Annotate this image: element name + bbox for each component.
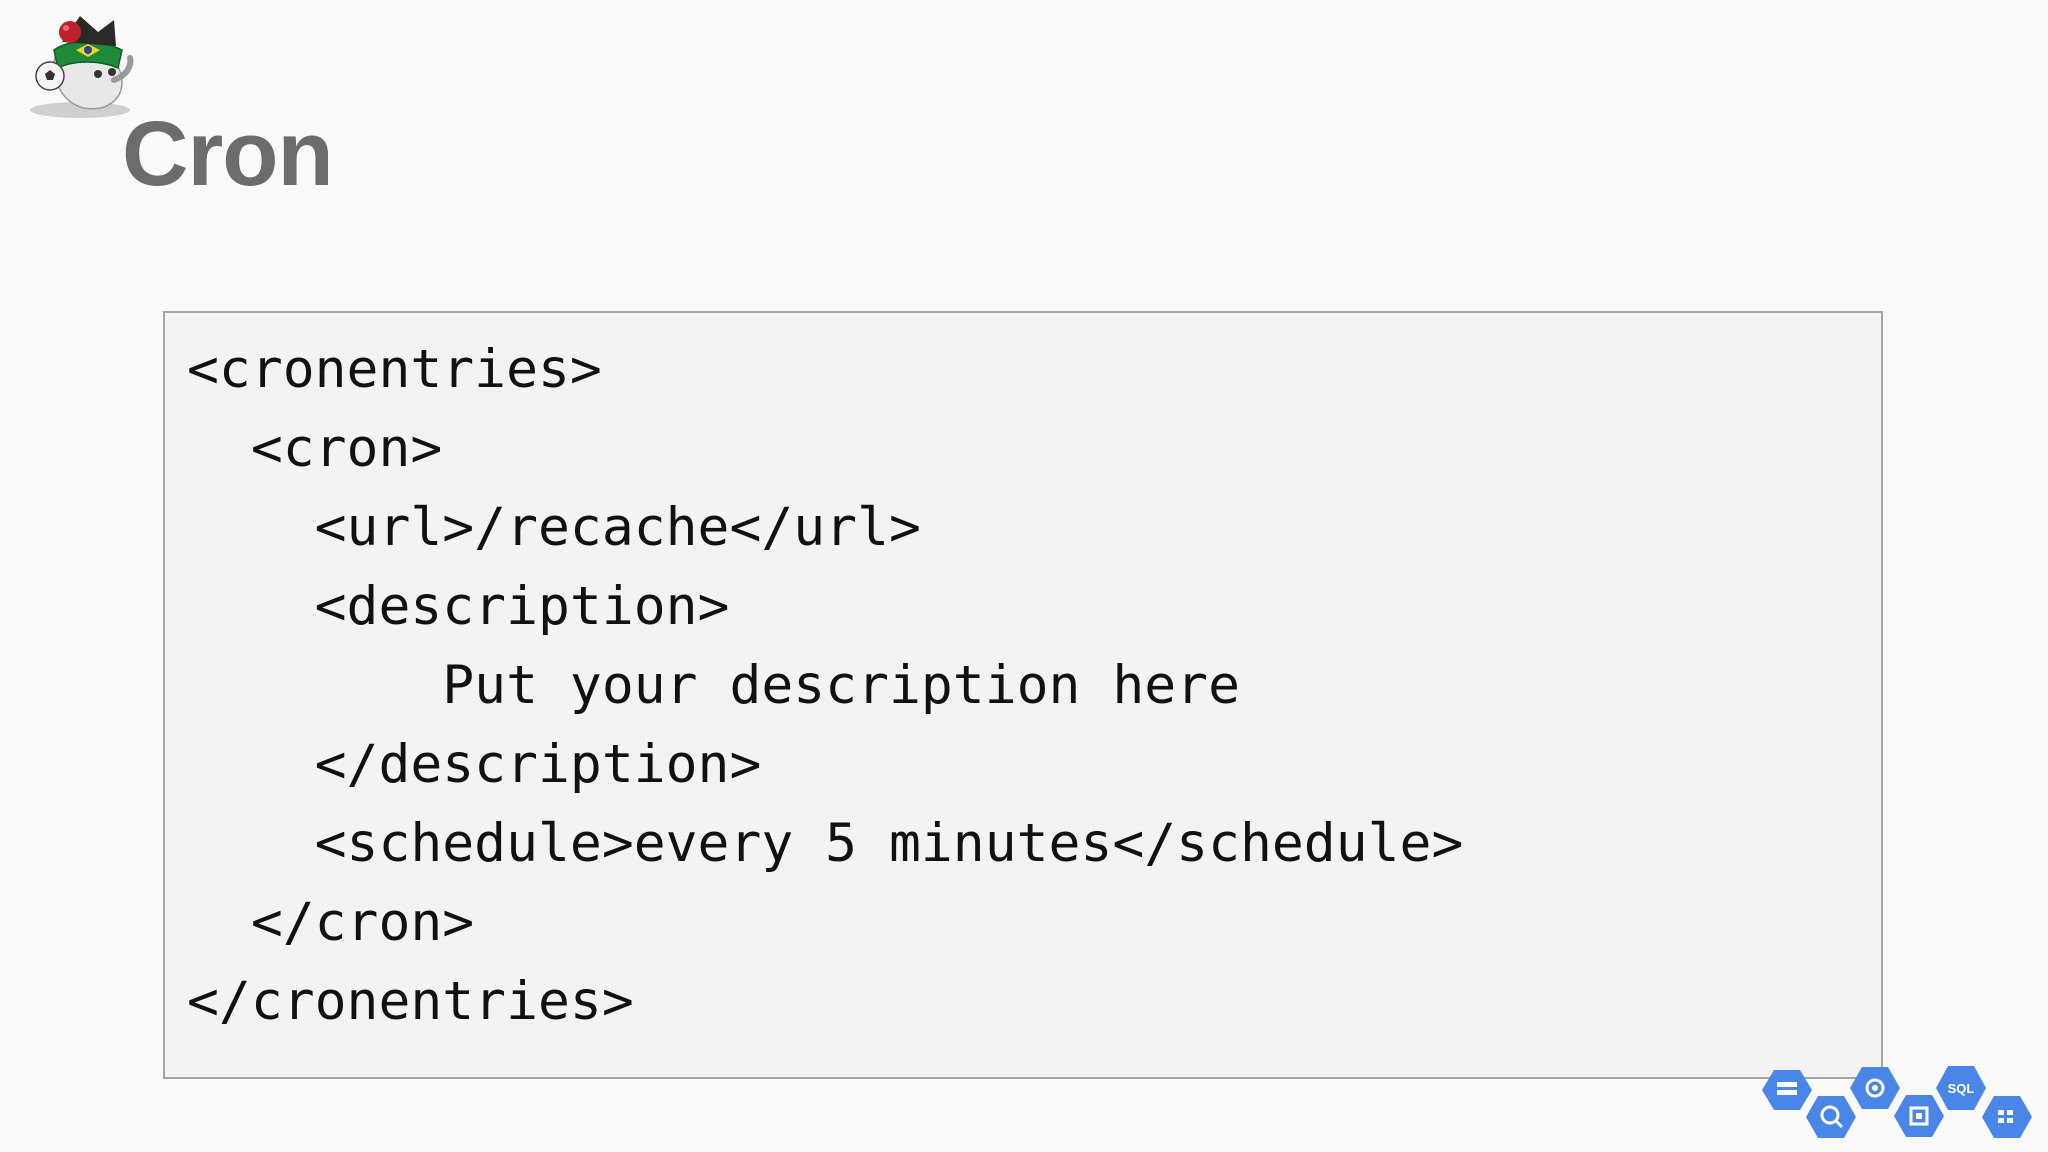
code-line: </description> bbox=[187, 734, 762, 795]
compute-engine-icon bbox=[1894, 1095, 1944, 1137]
code-block: <cronentries> <cron> <url>/recache</url>… bbox=[163, 311, 1883, 1079]
bigquery-icon bbox=[1806, 1096, 1856, 1138]
code-line: <url>/recache</url> bbox=[187, 497, 921, 558]
sql-label: SQL bbox=[1948, 1081, 1975, 1096]
code-line: Put your description here bbox=[187, 655, 1240, 716]
code-line: </cron> bbox=[187, 892, 475, 953]
code-line: <cron> bbox=[187, 418, 443, 479]
code-line: </cronentries> bbox=[187, 971, 634, 1032]
code-line: <schedule>every 5 minutes</schedule> bbox=[187, 813, 1464, 874]
cloud-sql-icon: SQL bbox=[1936, 1066, 1986, 1110]
slide-title: Cron bbox=[122, 103, 334, 205]
endpoints-icon bbox=[1850, 1067, 1900, 1109]
storage-icon bbox=[1762, 1070, 1812, 1110]
code-line: <description> bbox=[187, 576, 730, 637]
app-engine-icon bbox=[1982, 1096, 2032, 1138]
code-line: <cronentries> bbox=[187, 339, 602, 400]
slide: Cron <cronentries> <cron> <url>/recache<… bbox=[0, 0, 2048, 1152]
cloud-mascot-icon bbox=[30, 16, 134, 118]
product-logos: SQL bbox=[1762, 1066, 2032, 1138]
